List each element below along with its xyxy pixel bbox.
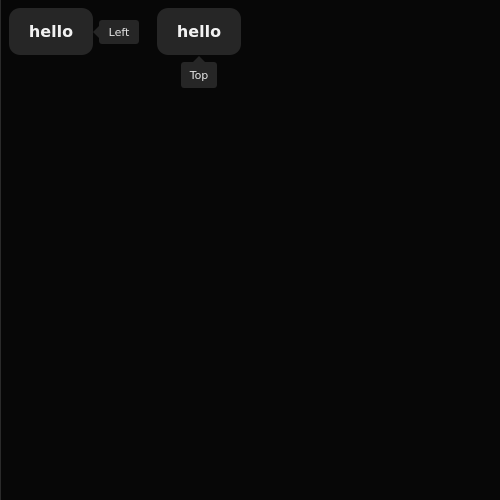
tooltip-left: Left [93,20,139,44]
hello-button-top-tooltip[interactable]: hello [157,8,241,55]
tooltip-top: Top [181,56,217,88]
hello-button-left-tooltip[interactable]: hello [9,8,93,55]
page-left-border [0,0,1,500]
